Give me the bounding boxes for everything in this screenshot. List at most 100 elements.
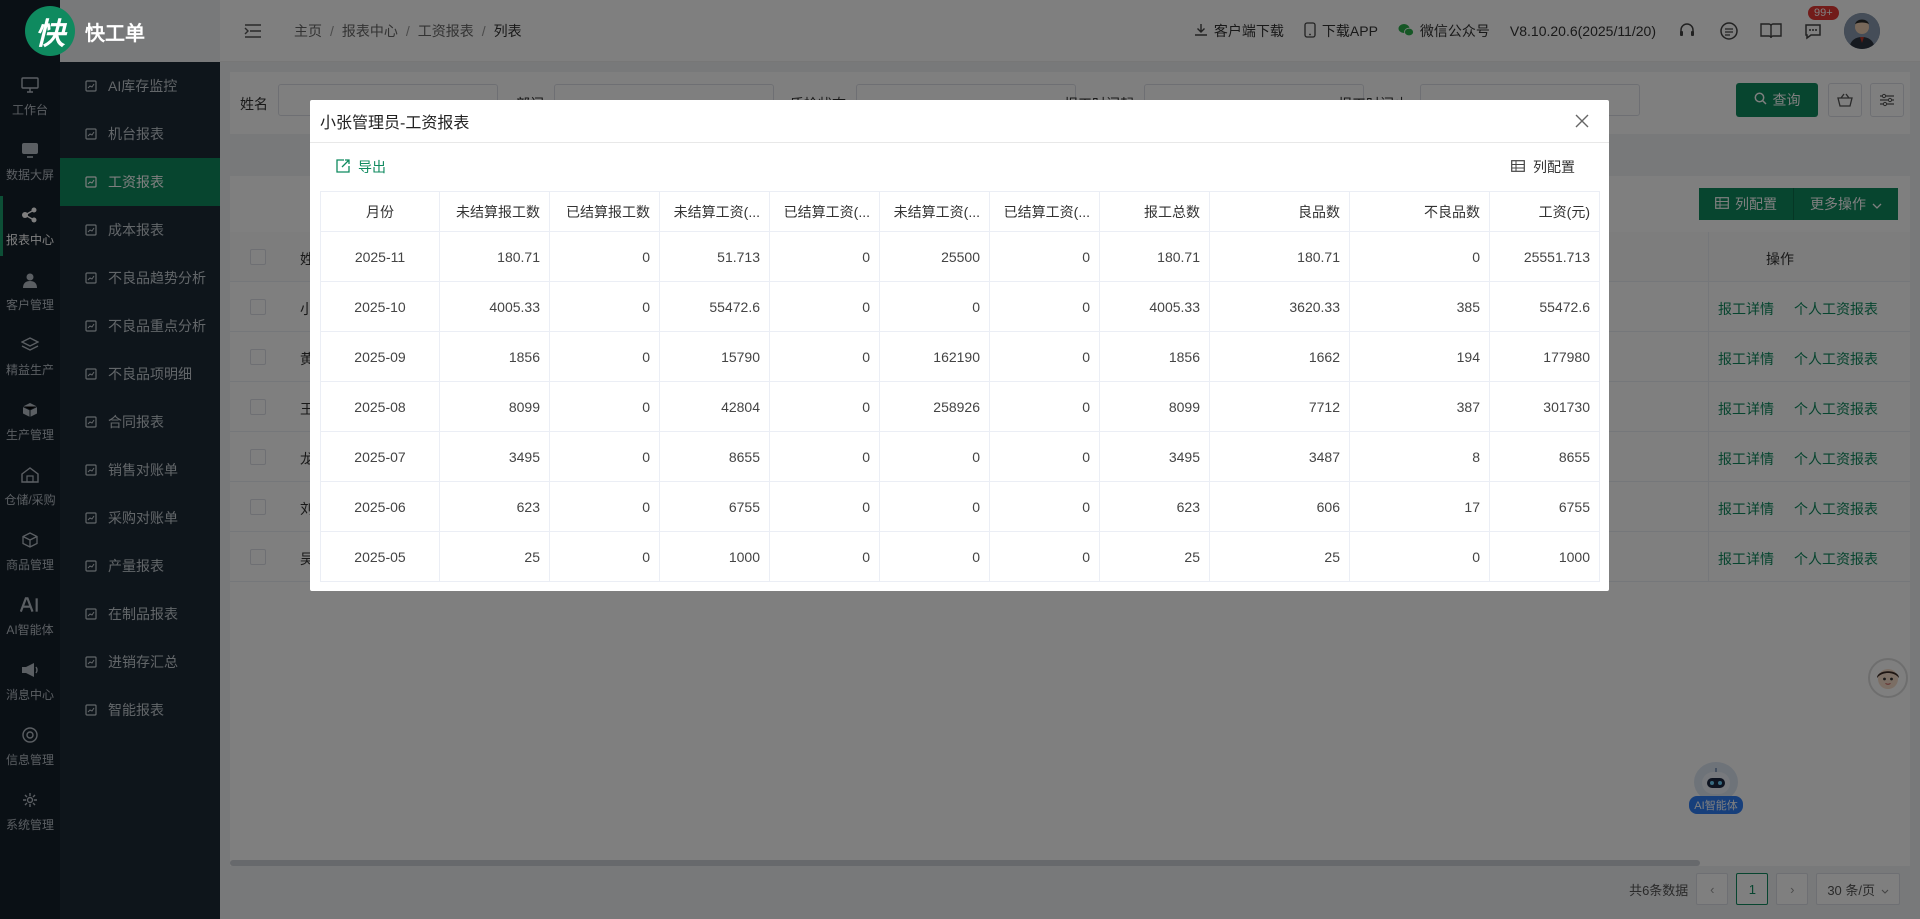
close-icon[interactable] xyxy=(1573,112,1591,130)
table-cell: 0 xyxy=(549,381,660,432)
table-cell: 55472.6 xyxy=(1489,281,1600,332)
table-cell: 42804 xyxy=(659,381,770,432)
logo-mark: 快 xyxy=(25,6,75,56)
export-label: 导出 xyxy=(358,159,386,175)
table-cell: 25 xyxy=(1099,531,1210,582)
table-cell: 8 xyxy=(1349,431,1490,482)
table-cell: 2025-11 xyxy=(320,231,440,282)
table-cell: 0 xyxy=(549,481,660,532)
table-cell: 0 xyxy=(879,481,990,532)
table-cell: 6755 xyxy=(659,481,770,532)
column-header: 月份 xyxy=(320,191,440,232)
table-cell: 3495 xyxy=(1099,431,1210,482)
app-logo[interactable]: 快 快工单 xyxy=(0,0,220,62)
table-row: 2025-07 3495 0 8655 0 0 0 3495 3487 8 8655 xyxy=(320,431,1600,482)
table-cell: 0 xyxy=(989,381,1100,432)
table-cell: 0 xyxy=(769,481,880,532)
table-cell: 2025-09 xyxy=(320,331,440,382)
table-cell: 162190 xyxy=(879,331,990,382)
table-cell: 177980 xyxy=(1489,331,1600,382)
table-cell: 606 xyxy=(1209,481,1350,532)
table-cell: 8099 xyxy=(439,381,550,432)
table-cell: 2025-06 xyxy=(320,481,440,532)
table-cell: 2025-07 xyxy=(320,431,440,482)
table-cell: 6755 xyxy=(1489,481,1600,532)
column-header: 不良品数 xyxy=(1349,191,1490,232)
table-cell: 0 xyxy=(879,431,990,482)
table-cell: 25 xyxy=(1209,531,1350,582)
table-cell: 623 xyxy=(1099,481,1210,532)
column-header: 已结算工资(... xyxy=(769,191,880,232)
table-cell: 25500 xyxy=(879,231,990,282)
table-cell: 2025-10 xyxy=(320,281,440,332)
column-header: 报工总数 xyxy=(1099,191,1210,232)
column-header: 未结算工资(... xyxy=(879,191,990,232)
table-cell: 8099 xyxy=(1099,381,1210,432)
table-row: 2025-09 1856 0 15790 0 162190 0 1856 1662 194 1779… xyxy=(320,331,1600,382)
export-icon xyxy=(336,158,350,176)
app-name: 快工单 xyxy=(85,22,145,45)
column-header: 已结算工资(... xyxy=(989,191,1100,232)
table-cell: 0 xyxy=(1349,231,1490,282)
table-cell: 385 xyxy=(1349,281,1490,332)
table-cell: 180.71 xyxy=(439,231,550,282)
modal-title: 小张管理员-工资报表 xyxy=(310,100,1609,143)
table-cell: 623 xyxy=(439,481,550,532)
table-cell: 387 xyxy=(1349,381,1490,432)
salary-report-modal: 小张管理员-工资报表 导出 列配置 月份 未结算报工数 已结算报工数 未结算工资(..… xyxy=(310,100,1609,591)
column-header: 良品数 xyxy=(1209,191,1350,232)
salary-table: 月份 未结算报工数 已结算报工数 未结算工资(... 已结算工资(... 未结算工资(..… xyxy=(320,191,1600,582)
table-row: 2025-05 25 0 1000 0 0 0 25 25 0 1000 xyxy=(320,531,1600,582)
table-cell: 8655 xyxy=(1489,431,1600,482)
table-cell: 2025-08 xyxy=(320,381,440,432)
table-cell: 25 xyxy=(439,531,550,582)
table-cell: 301730 xyxy=(1489,381,1600,432)
table-cell: 194 xyxy=(1349,331,1490,382)
table-cell: 0 xyxy=(769,531,880,582)
table-cell: 0 xyxy=(989,431,1100,482)
table-cell: 180.71 xyxy=(1209,231,1350,282)
table-cell: 0 xyxy=(989,231,1100,282)
column-header: 已结算报工数 xyxy=(549,191,660,232)
table-cell: 0 xyxy=(769,281,880,332)
table-cell: 25551.713 xyxy=(1489,231,1600,282)
table-cell: 0 xyxy=(549,531,660,582)
table-cell: 3495 xyxy=(439,431,550,482)
table-cell: 15790 xyxy=(659,331,770,382)
table-cell: 1000 xyxy=(1489,531,1600,582)
table-row: 2025-11 180.71 0 51.713 0 25500 0 180.71 180.71 0… xyxy=(320,231,1600,282)
table-cell: 0 xyxy=(879,531,990,582)
modal-colcfg-label: 列配置 xyxy=(1533,159,1575,175)
column-header: 工资(元) xyxy=(1489,191,1600,232)
table-row: 2025-10 4005.33 0 55472.6 0 0 0 4005.33 3620.33 3… xyxy=(320,281,1600,332)
table-row: 2025-06 623 0 6755 0 0 0 623 606 17 6755 xyxy=(320,481,1600,532)
table-cell: 51.713 xyxy=(659,231,770,282)
table-cell: 0 xyxy=(769,231,880,282)
table-cell: 0 xyxy=(549,431,660,482)
table-cell: 7712 xyxy=(1209,381,1350,432)
table-cell: 1856 xyxy=(439,331,550,382)
table-cell: 3487 xyxy=(1209,431,1350,482)
table-cell: 1000 xyxy=(659,531,770,582)
table-cell: 0 xyxy=(879,281,990,332)
table-cell: 55472.6 xyxy=(659,281,770,332)
table-cell: 0 xyxy=(989,481,1100,532)
table-cell: 1662 xyxy=(1209,331,1350,382)
table-cell: 0 xyxy=(549,231,660,282)
table-cell: 0 xyxy=(549,331,660,382)
table-cell: 2025-05 xyxy=(320,531,440,582)
table-cell: 180.71 xyxy=(1099,231,1210,282)
table-cell: 8655 xyxy=(659,431,770,482)
export-button[interactable]: 导出 xyxy=(336,157,386,177)
table-cell: 0 xyxy=(989,331,1100,382)
modal-colcfg-button[interactable]: 列配置 xyxy=(1511,157,1575,177)
table-cell: 258926 xyxy=(879,381,990,432)
table-cell: 17 xyxy=(1349,481,1490,532)
table-icon xyxy=(1511,159,1525,175)
column-header: 未结算工资(... xyxy=(659,191,770,232)
table-cell: 0 xyxy=(769,381,880,432)
table-row: 2025-08 8099 0 42804 0 258926 0 8099 7712 387 3017… xyxy=(320,381,1600,432)
table-cell: 0 xyxy=(549,281,660,332)
table-cell: 0 xyxy=(989,531,1100,582)
table-cell: 4005.33 xyxy=(1099,281,1210,332)
